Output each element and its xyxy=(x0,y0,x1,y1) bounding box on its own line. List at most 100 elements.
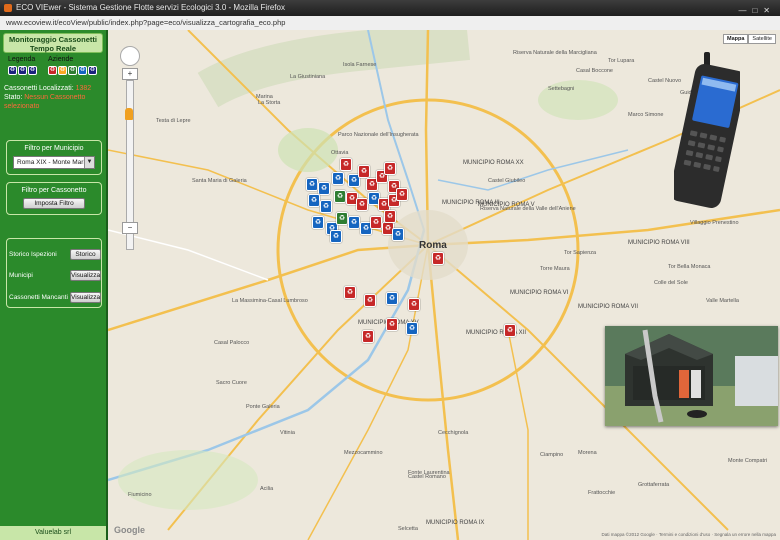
bin-marker-icon[interactable]: ♻ xyxy=(330,230,342,243)
map-label: Frattocchie xyxy=(588,490,616,496)
map-label: MUNICIPIO ROMA XII xyxy=(466,330,527,336)
municipio-filter-title: Filtro per Municipio xyxy=(24,145,84,152)
company-recycle-icon-3[interactable]: ♻ xyxy=(78,66,87,75)
map-label: Casal Palocco xyxy=(214,340,250,346)
missing-view-button[interactable]: Visualizza xyxy=(70,292,101,303)
map-label: Ponte Galeria xyxy=(246,404,280,410)
bin-marker-icon[interactable]: ♻ xyxy=(312,216,324,229)
map-label: MUNICIPIO ROMA V xyxy=(478,202,535,208)
bin-marker-icon[interactable]: ♻ xyxy=(334,190,346,203)
bin-marker-icon[interactable]: ♻ xyxy=(332,172,344,185)
status-value: Nessun Cassonetto xyxy=(24,94,86,101)
legend-recycle-icon-1: ♻ xyxy=(18,66,27,75)
map-label: Parco Nazionale dell'Insugherata xyxy=(338,132,419,138)
map-label: Fonte Laurentina xyxy=(408,470,450,476)
companies-label: Aziende xyxy=(48,56,74,63)
company-recycle-icon-4[interactable]: ♻ xyxy=(88,66,97,75)
bin-marker-icon[interactable]: ♻ xyxy=(306,178,318,191)
waste-bin-photo xyxy=(605,326,778,426)
bin-marker-icon[interactable]: ♻ xyxy=(362,330,374,343)
pan-control[interactable] xyxy=(120,46,140,66)
municipio-selected: Roma XIX - Monte Mario xyxy=(17,159,89,166)
bin-marker-icon[interactable]: ♻ xyxy=(432,252,444,265)
bin-marker-icon[interactable]: ♻ xyxy=(386,318,398,331)
window-titlebar: ECO VIEwer - Sistema Gestione Flotte ser… xyxy=(0,0,780,16)
map-label: Riserva Naturale della Marcigliana xyxy=(513,50,597,56)
located-label: Cassonetti Localizzati: xyxy=(4,85,74,92)
company-recycle-icon-2[interactable]: ♻ xyxy=(68,66,77,75)
map-label: MUNICIPIO ROMA VIII xyxy=(628,240,690,246)
cassonetto-filter-title: Filtro per Cassonetto xyxy=(21,187,87,194)
bin-marker-icon[interactable]: ♻ xyxy=(384,210,396,223)
map-label: Tor Bella Monaca xyxy=(668,264,711,270)
bin-marker-icon[interactable]: ♻ xyxy=(386,292,398,305)
map-label: La Massimina-Casal Lumbroso xyxy=(232,298,308,304)
status-value-line2: selezionato xyxy=(4,103,40,110)
map-type-control[interactable]: Mappa Satellite xyxy=(723,34,776,44)
legend-recycle-icon-0: ♻ xyxy=(8,66,17,75)
bin-marker-icon[interactable]: ♻ xyxy=(392,228,404,241)
municipio-select[interactable]: Roma XIX - Monte Mario ▼ xyxy=(13,156,95,169)
google-logo: Google xyxy=(114,525,145,535)
map-label: Sacro Cuore xyxy=(216,380,247,386)
bin-marker-icon[interactable]: ♻ xyxy=(318,182,330,195)
map-label: La Giustiniana xyxy=(290,74,326,80)
map-label: Vitinia xyxy=(280,430,295,436)
panel-title: Monitoraggio Cassonetti Tempo Reale xyxy=(3,33,103,53)
map-label: Settebagni xyxy=(548,86,575,92)
map-label: Selcetta xyxy=(398,526,418,532)
bin-marker-icon[interactable]: ♻ xyxy=(504,324,516,337)
bin-marker-icon[interactable]: ♻ xyxy=(406,322,418,335)
zoom-in-button[interactable]: + xyxy=(122,68,138,80)
bin-marker-icon[interactable]: ♻ xyxy=(320,200,332,213)
bin-marker-icon[interactable]: ♻ xyxy=(340,158,352,171)
bin-marker-icon[interactable]: ♻ xyxy=(370,216,382,229)
map-canvas[interactable]: Riserva Naturale della Marcigliana La Giu… xyxy=(108,30,780,540)
map-label: Casal Boccone xyxy=(576,68,613,74)
bin-marker-icon[interactable]: ♻ xyxy=(396,188,408,201)
history-button[interactable]: Storico xyxy=(70,249,101,260)
map-label: Colle del Sole xyxy=(654,280,688,286)
bin-marker-icon[interactable]: ♻ xyxy=(344,286,356,299)
history-label: Storico Ispezioni xyxy=(9,251,57,258)
map-label: La Storta xyxy=(258,100,281,106)
map-label: Mezzocammino xyxy=(344,450,383,456)
map-label: Marina xyxy=(256,94,273,100)
company-recycle-icon-1[interactable]: ♻ xyxy=(58,66,67,75)
bin-marker-icon[interactable]: ♻ xyxy=(308,194,320,207)
company-icons[interactable]: ♻ ♻ ♻ ♻ ♻ xyxy=(48,66,97,75)
missing-label: Cassonetti Mancanti xyxy=(9,294,68,301)
url-text[interactable]: www.ecoview.it/ecoView/public/index.php?… xyxy=(6,17,285,29)
municipi-label: Municipi xyxy=(9,272,33,279)
map-zoom-control[interactable]: + − xyxy=(120,46,140,250)
set-filter-button[interactable]: Imposta Filtro xyxy=(23,198,85,209)
municipi-view-button[interactable]: Visualizza xyxy=(70,270,101,281)
map-label: Ottavia xyxy=(331,150,349,156)
address-bar[interactable]: www.ecoview.it/ecoView/public/index.php?… xyxy=(0,16,780,31)
bin-marker-icon[interactable]: ♻ xyxy=(336,212,348,225)
legend-icons: ♻ ♻ ♻ xyxy=(8,66,37,75)
bin-marker-icon[interactable]: ♻ xyxy=(348,216,360,229)
map-label: Morena xyxy=(578,450,597,456)
map-type-satellite[interactable]: Satellite xyxy=(748,34,776,44)
status-label: Stato: xyxy=(4,94,23,101)
map-label: Tor Lupara xyxy=(608,58,635,64)
chevron-down-icon[interactable]: ▼ xyxy=(84,157,94,168)
map-label: Isola Farnese xyxy=(343,62,377,68)
map-copyright[interactable]: Dati mappa ©2012 Google · Termini e cond… xyxy=(602,532,776,537)
bin-marker-icon[interactable]: ♻ xyxy=(384,162,396,175)
zoom-out-button[interactable]: − xyxy=(122,222,138,234)
street-view-icon[interactable] xyxy=(125,108,133,120)
map-label: Grottaferrata xyxy=(638,482,670,488)
bin-marker-icon[interactable]: ♻ xyxy=(408,298,420,311)
bin-marker-icon[interactable]: ♻ xyxy=(356,198,368,211)
map-type-map[interactable]: Mappa xyxy=(723,34,749,44)
firefox-icon xyxy=(4,4,12,12)
bin-marker-icon[interactable]: ♻ xyxy=(364,294,376,307)
action-row-history: Storico Ispezioni Storico xyxy=(9,249,101,263)
map-label: Ciampino xyxy=(540,452,564,458)
company-recycle-icon-0[interactable]: ♻ xyxy=(48,66,57,75)
map-label: Cecchignola xyxy=(438,430,469,436)
bin-marker-icon[interactable]: ♻ xyxy=(358,165,370,178)
info-box: Cassonetti Localizzati: 1382 Stato: Ness… xyxy=(4,84,104,111)
